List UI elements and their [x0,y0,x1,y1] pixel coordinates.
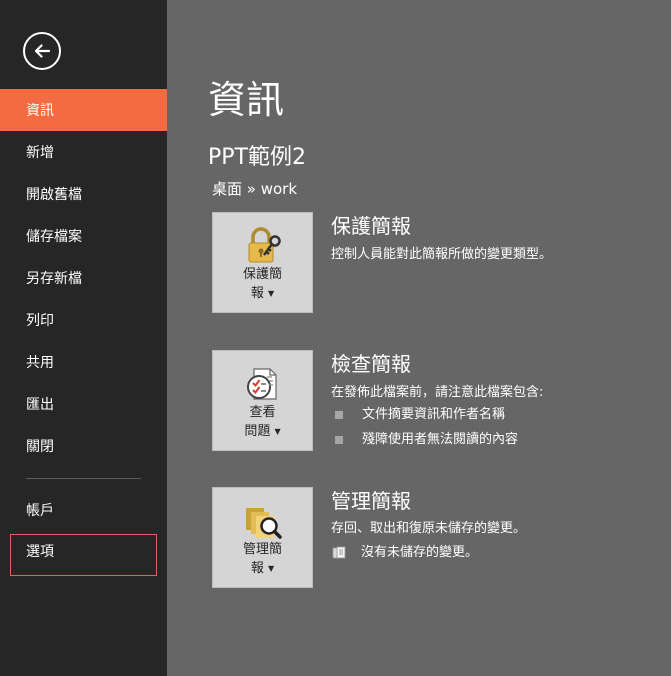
note-text: 沒有未儲存的變更。 [361,545,479,560]
bullet-text: 殘障使用者無法閱讀的內容 [362,432,519,447]
section-title-protect: 保護簡報 [331,214,411,238]
tile-label: 保護簡 報 ▼ [213,265,312,303]
bullet-text: 文件摘要資訊和作者名稱 [362,407,506,422]
nav-item-share[interactable]: 共用 [0,341,167,383]
tile-label: 查看 問題 ▼ [213,403,312,441]
square-bullet-icon [335,411,343,419]
page-title: 資訊 [208,78,285,122]
nav-item-label: 開啟舊檔 [26,187,82,203]
manage-presentation-button[interactable]: 管理簡 報 ▼ [212,487,313,588]
manage-versions-icon [246,508,282,539]
nav-item-label: 另存新檔 [26,271,82,287]
back-button[interactable] [23,32,61,70]
lock-key-icon [248,227,281,263]
nav-item-label: 儲存檔案 [26,229,82,245]
document-path[interactable]: 桌面 » work [212,179,297,199]
manage-note: 沒有未儲存的變更。 [332,544,478,562]
nav-item-open[interactable]: 開啟舊檔 [0,173,167,215]
document-name: PPT範例2 [208,145,306,170]
nav-item-info[interactable]: 資訊 [0,89,167,131]
arrow-left-icon [34,44,51,58]
nav-item-label: 共用 [26,355,54,371]
check-issues-button[interactable]: 查看 問題 ▼ [212,350,313,451]
section-desc-manage: 存回、取出和復原未儲存的變更。 [331,521,527,536]
dropdown-caret-icon: ▼ [268,289,275,298]
tile-label-line1: 保護簡 [242,267,282,282]
nav-divider [26,478,141,479]
section-desc-inspect: 在發佈此檔案前，請注意此檔案包含: [331,385,544,400]
square-bullet-icon [335,436,343,444]
inspect-bullet-item: 殘障使用者無法閱讀的內容 [335,431,518,449]
options-highlight-box [10,534,157,576]
nav-item-print[interactable]: 列印 [0,299,167,341]
nav-item-label: 資訊 [26,103,54,119]
tile-label-line2: 問題 [244,424,271,439]
section-title-inspect: 檢查簡報 [331,352,411,376]
tile-label-line1: 管理簡 [242,542,282,557]
nav-item-label: 關閉 [26,439,54,455]
section-title-manage: 管理簡報 [331,489,411,513]
tile-label: 管理簡 報 ▼ [213,540,312,578]
tile-label-line2: 報 [250,561,264,576]
backstage-sidebar: 資訊 新增 開啟舊檔 儲存檔案 另存新檔 列印 共用 匯出 關閉 帳戶 選項 [0,0,167,676]
nav-item-close[interactable]: 關閉 [0,425,167,467]
nav-item-save-as[interactable]: 另存新檔 [0,257,167,299]
nav-item-save[interactable]: 儲存檔案 [0,215,167,257]
nav-item-label: 列印 [26,313,54,329]
section-desc-protect: 控制人員能對此簡報所做的變更類型。 [331,247,553,262]
document-stack-icon [332,546,346,559]
protect-presentation-button[interactable]: 保護簡 報 ▼ [212,212,313,313]
nav-item-new[interactable]: 新增 [0,131,167,173]
nav-item-export[interactable]: 匯出 [0,383,167,425]
dropdown-caret-icon: ▼ [274,427,281,436]
tile-label-line2: 報 [250,286,264,301]
inspect-bullet-item: 文件摘要資訊和作者名稱 [335,406,505,424]
nav-item-label: 帳戶 [26,503,54,519]
nav-item-label: 新增 [26,145,54,161]
nav-item-label: 匯出 [26,397,54,413]
inspect-document-icon [247,368,277,400]
nav-item-account[interactable]: 帳戶 [0,489,167,531]
dropdown-caret-icon: ▼ [268,564,275,573]
tile-label-line1: 查看 [249,405,276,420]
